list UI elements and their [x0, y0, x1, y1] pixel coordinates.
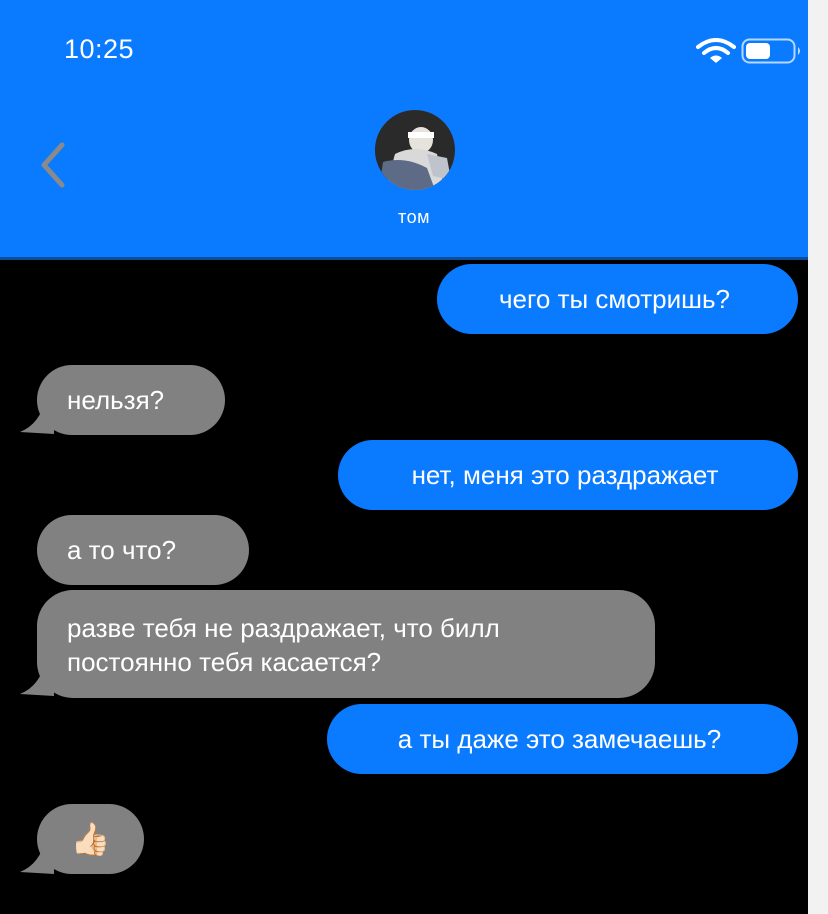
outgoing-message-bubble[interactable]: а ты даже это замечаешь? [327, 704, 798, 774]
chat-header: 10:25 том [0, 0, 808, 260]
contact-name: том [398, 207, 430, 227]
incoming-message-bubble[interactable]: а то что? [37, 515, 249, 585]
message-text: нет, меня это раздражает [411, 460, 719, 490]
avatar[interactable] [375, 110, 455, 190]
thumbs-up-emoji-icon: 👍🏻 [70, 821, 111, 857]
incoming-message-bubble[interactable]: нельзя? [37, 365, 225, 435]
message-text: а ты даже это замечаешь? [397, 724, 722, 754]
incoming-message-bubble[interactable]: разве тебя не раздражает, что билл посто… [37, 590, 655, 698]
status-time: 10:25 [64, 34, 135, 64]
battery-icon [741, 38, 800, 64]
incoming-message-bubble[interactable]: 👍🏻 [37, 804, 144, 874]
outgoing-message-bubble[interactable]: чего ты смотришь? [437, 264, 798, 334]
outgoing-message-bubble[interactable]: нет, меня это раздражает [338, 440, 798, 510]
message-text: нельзя? [67, 385, 165, 415]
message-text-line: постоянно тебя касается? [67, 647, 382, 677]
message-text: а то что? [67, 535, 177, 565]
wifi-icon [696, 38, 736, 63]
avatar-photo-icon [375, 110, 455, 190]
chevron-left-icon[interactable] [34, 137, 74, 193]
chat-screen: 10:25 том чего ты смотришь? нельзя? нет,… [0, 0, 808, 914]
message-text: чего ты смотришь? [499, 284, 730, 314]
message-text-line: разве тебя не раздражает, что билл [67, 613, 500, 643]
